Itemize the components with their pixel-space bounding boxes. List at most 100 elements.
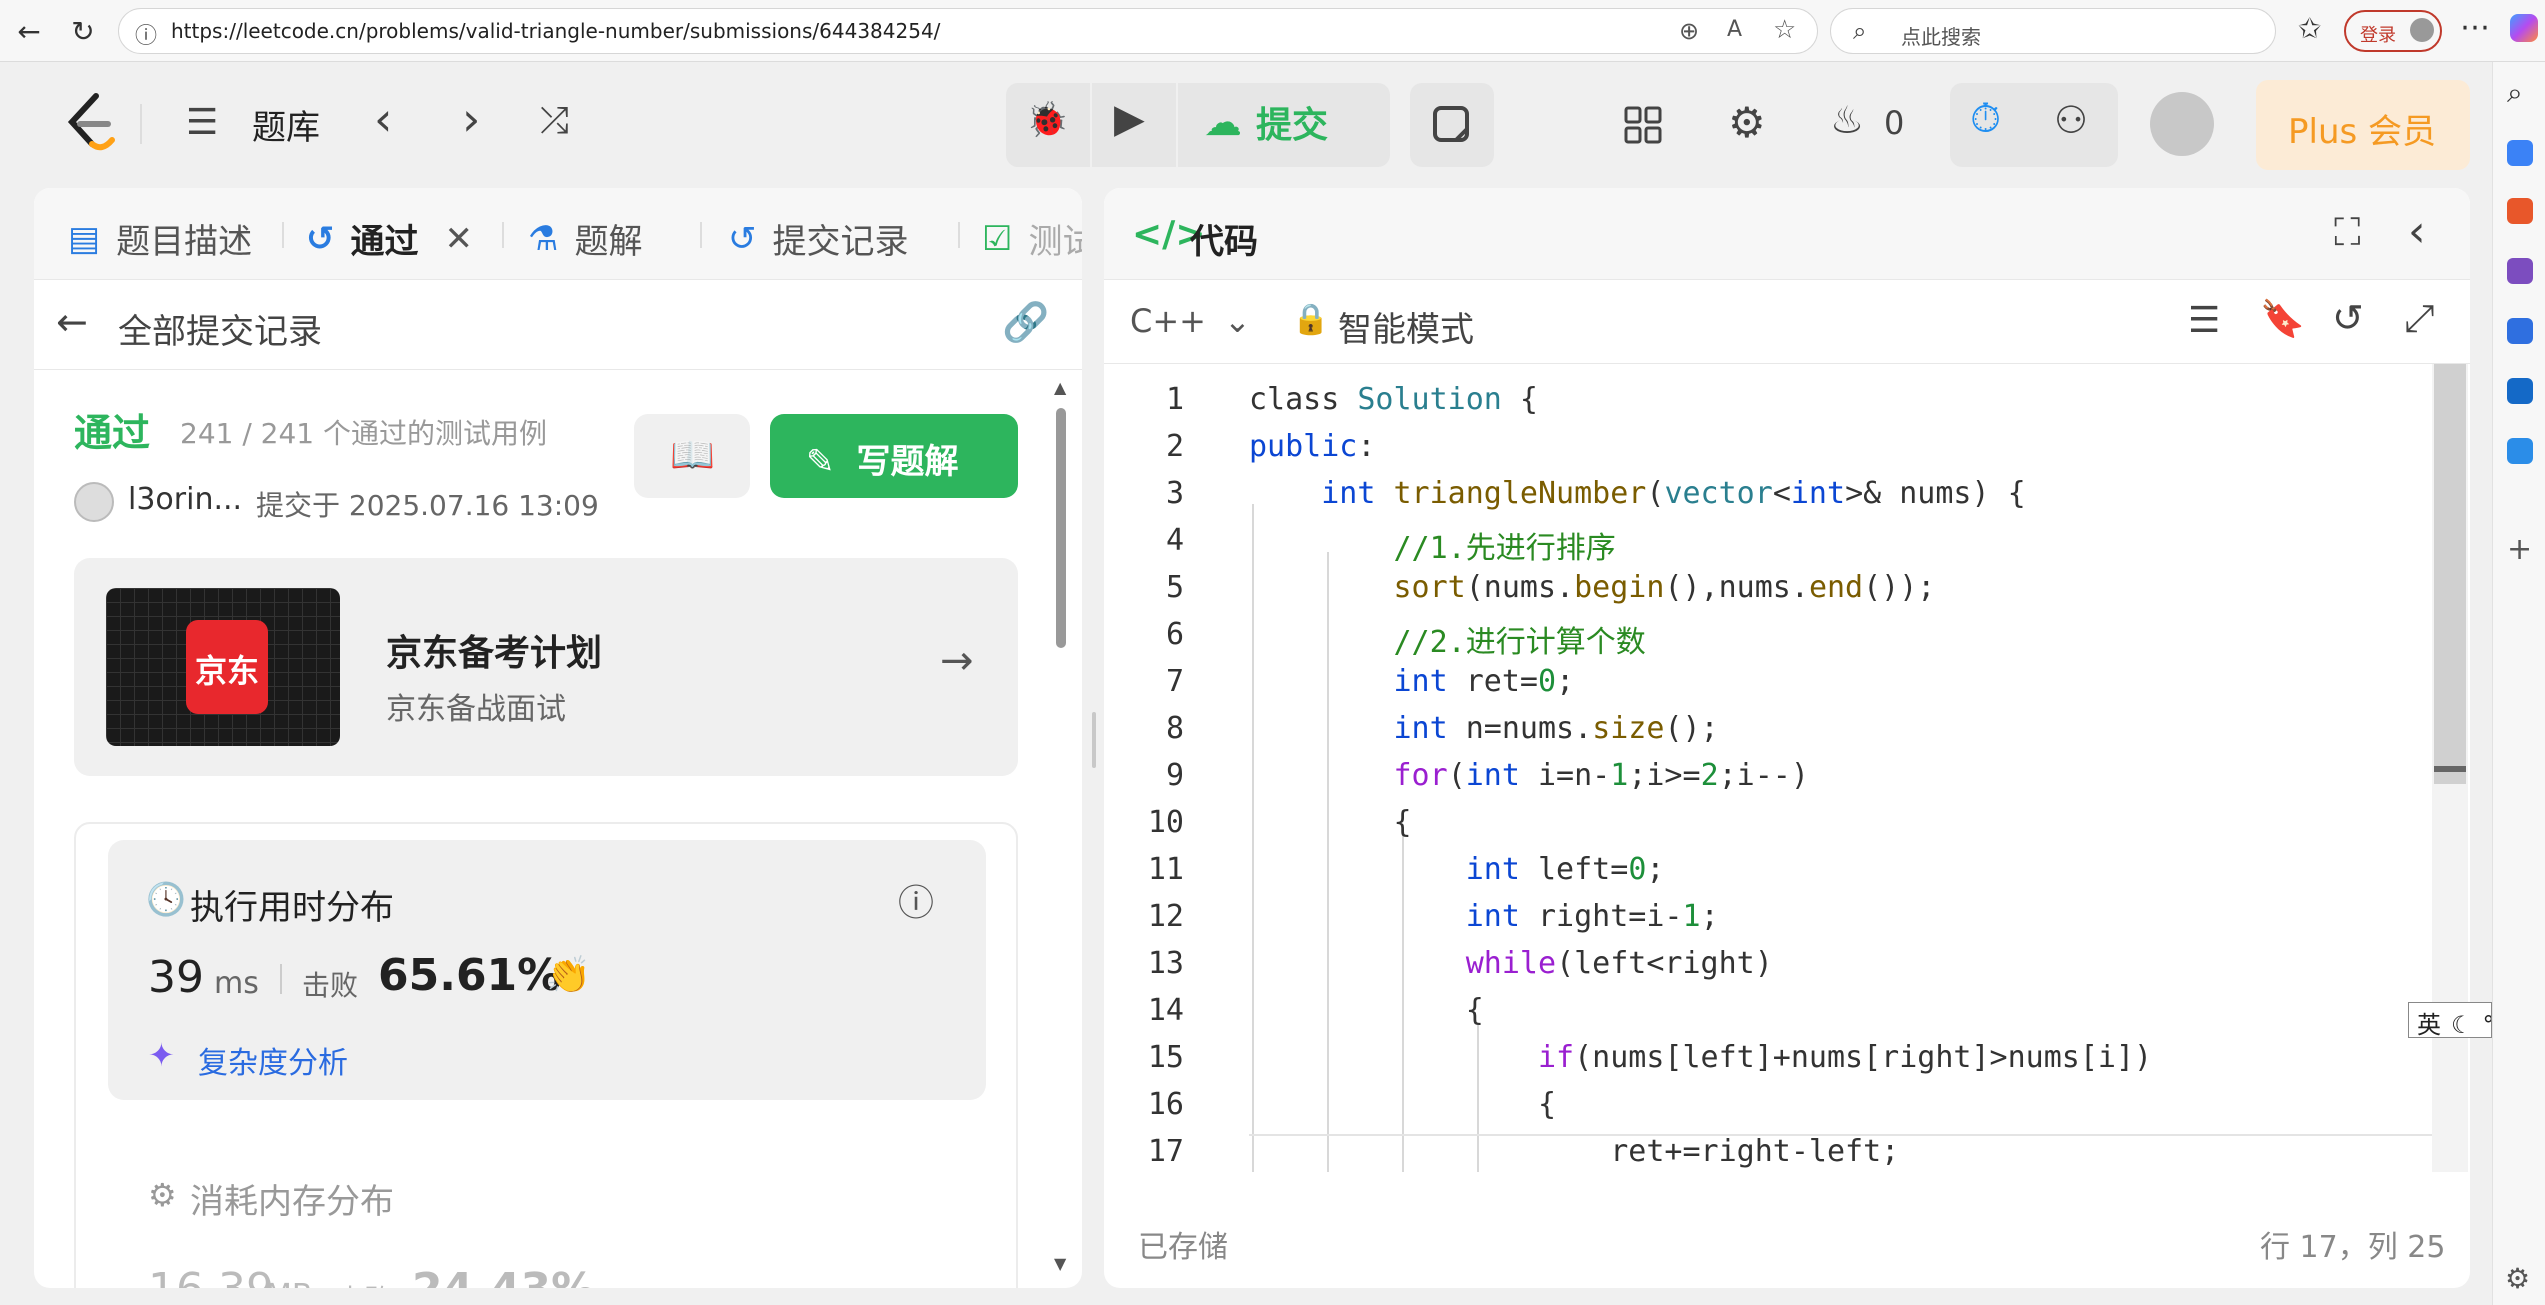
prev-problem-icon[interactable]: ‹ (374, 92, 392, 146)
search-box[interactable]: ⌕ 点此搜索 (1830, 8, 2276, 54)
ime-toolbar[interactable]: 英 ☾ °, (2408, 1002, 2492, 1038)
add-icon[interactable]: + (2507, 532, 2532, 567)
line-number: 7 (1165, 664, 1184, 699)
divider (958, 222, 960, 248)
line-number: 13 (1147, 946, 1184, 981)
tab-solution[interactable]: ⚗ 题解 (528, 214, 642, 263)
m365-icon[interactable] (2507, 318, 2533, 344)
list-icon[interactable]: ☰ (186, 102, 218, 143)
note-button[interactable] (1410, 83, 1494, 167)
submit-label: 提交 (1256, 105, 1329, 146)
fire-icon[interactable]: ♨ (1830, 98, 1864, 142)
refresh-icon[interactable]: ↻ (66, 14, 100, 48)
link-icon[interactable]: 🔗 (1002, 300, 1049, 345)
tab-passed[interactable]: ↺ 通过 ✕ (306, 214, 473, 263)
divider (140, 104, 142, 144)
scroll-down-icon[interactable]: ▼ (1054, 1254, 1066, 1273)
tab-description[interactable]: ▤ 题目描述 (68, 214, 252, 263)
back-icon[interactable]: ← (12, 14, 46, 48)
layout-icon[interactable] (1624, 106, 1664, 146)
zoom-icon[interactable]: ⊕ (1679, 17, 1699, 45)
leetcode-logo-icon[interactable] (62, 92, 118, 156)
memory-unit: MB (266, 1278, 312, 1288)
sidebar-search-icon[interactable]: ⌕ (2507, 76, 2523, 110)
panel-resize-handle[interactable] (1092, 712, 1096, 768)
language-selector[interactable]: C++ ⌄ (1130, 302, 1251, 340)
settings-gear-icon[interactable]: ⚙ (1728, 98, 1766, 147)
write-solution-button[interactable]: ✎ 写题解 (770, 414, 1018, 498)
favorite-icon[interactable]: ☆ (1773, 15, 1796, 45)
punctuation-icon[interactable]: °, (2483, 1011, 2491, 1037)
outlook-icon[interactable] (2507, 378, 2533, 404)
arrow-right-icon: → (940, 638, 974, 684)
tag-icon[interactable] (2507, 140, 2533, 166)
ime-language[interactable]: 英 (2417, 1011, 2441, 1037)
tab-records[interactable]: ↺ 提交记录 (728, 214, 909, 263)
next-problem-icon[interactable]: › (462, 92, 480, 146)
code-title[interactable]: 代码 (1190, 214, 1258, 263)
write-solution-label: 写题解 (856, 442, 959, 482)
leetcode-app: ☰ 题库 ‹ › ⤮ 🐞 ▶ ☁ 提交 ⚙ ♨ 0 ⏱ ⚇ Plus 会员 ▤ 题… (0, 62, 2492, 1305)
editor-scrollbar[interactable] (2432, 364, 2468, 1172)
expand-icon[interactable]: ⤢ (2404, 296, 2434, 341)
avatar[interactable] (2150, 92, 2214, 156)
copilot-icon[interactable] (2510, 14, 2538, 42)
submission-header: ← 全部提交记录 🔗 (34, 280, 1082, 370)
settings-icon[interactable]: ⚙ (2505, 1262, 2530, 1295)
info-icon[interactable]: ⓘ (135, 18, 157, 50)
back-arrow-icon[interactable]: ← (56, 300, 88, 344)
complexity-link[interactable]: 复杂度分析 (198, 1038, 348, 1082)
format-icon[interactable]: ☰ (2188, 300, 2220, 341)
problem-bank-label[interactable]: 题库 (252, 100, 320, 149)
clock-icon: 🕓 (146, 880, 186, 918)
all-submissions-link[interactable]: 全部提交记录 (118, 304, 322, 353)
mode-label[interactable]: 智能模式 (1338, 302, 1474, 351)
username[interactable]: l3orin... (128, 482, 242, 517)
line-number: 8 (1165, 711, 1184, 746)
runtime-card[interactable]: 🕓 执行用时分布 ⓘ 39 ms 击败 65.61% 👏 ✦ 复杂度分析 (108, 840, 986, 1100)
address-bar[interactable]: ⓘ https://leetcode.cn/problems/valid-tri… (118, 8, 1818, 54)
submit-button[interactable]: ☁ 提交 (1204, 96, 1328, 148)
runtime-value: 39 (148, 952, 204, 1003)
send-icon[interactable] (2507, 438, 2533, 464)
moon-icon[interactable]: ☾ (2451, 1011, 2473, 1037)
fullscreen-icon[interactable]: ⛶ (2334, 210, 2361, 255)
close-tab-icon[interactable]: ✕ (445, 219, 474, 259)
timer-icon[interactable]: ⏱ (1970, 96, 2001, 142)
collapse-icon[interactable]: ‹ (2408, 206, 2426, 257)
scroll-thumb[interactable] (2434, 364, 2466, 784)
left-panel: ▤ 题目描述 ↺ 通过 ✕ ⚗ 题解 ↺ 提交记录 ☑ 测试 ← 全部提交记录 🔗 通过 2… (34, 188, 1082, 1288)
read-solution-button[interactable]: 📖 (634, 414, 750, 498)
code-line-5: sort(nums.begin(),nums.end()); (1393, 570, 1936, 605)
scroll-up-icon[interactable]: ▲ (1054, 378, 1066, 397)
memory-title[interactable]: 消耗内存分布 (190, 1174, 394, 1223)
read-aloud-icon[interactable]: A (1727, 17, 1742, 42)
promo-card[interactable]: 京东 京东备考计划 京东备战面试 → (74, 558, 1018, 776)
toolbox-icon[interactable] (2507, 198, 2533, 224)
reset-icon[interactable]: ↺ (2332, 296, 2364, 340)
cursor-position: 行 17，列 25 (2260, 1230, 2446, 1265)
bookmark-icon[interactable]: 🔖 (2260, 298, 2305, 340)
scroll-thumb[interactable] (1056, 408, 1066, 648)
login-button[interactable]: 登录 (2344, 10, 2442, 52)
code-editor[interactable]: 1 2 3 4 5 6 7 8 9 10 11 12 13 14 15 16 17 class Solution… (1104, 364, 2470, 1172)
line-number: 15 (1147, 1040, 1184, 1075)
code-line-2: public: (1249, 429, 1376, 464)
favorites-icon[interactable]: ✩ (2298, 12, 2321, 45)
plus-member-button[interactable]: Plus 会员 (2256, 80, 2470, 170)
lock-icon: 🔒 (1292, 302, 1330, 337)
note-icon (1433, 106, 1469, 142)
random-icon[interactable]: ⤮ (540, 100, 569, 142)
games-icon[interactable] (2507, 258, 2533, 284)
info-icon[interactable]: ⓘ (898, 874, 934, 926)
run-icon[interactable]: ▶ (1114, 96, 1145, 142)
sparkle-icon: ✦ (148, 1036, 175, 1074)
left-scrollbar[interactable]: ▲ ▼ (1054, 378, 1068, 1278)
tab-test[interactable]: ☑ 测试 (982, 214, 1082, 263)
more-icon[interactable]: ⋯ (2460, 10, 2490, 45)
debug-icon[interactable]: 🐞 (1026, 100, 1068, 140)
add-friend-icon[interactable]: ⚇ (2054, 98, 2088, 142)
code-line-10: { (1249, 805, 1412, 840)
browser-sidebar: ⌕ + ⚙ (2492, 62, 2545, 1305)
user-avatar[interactable] (74, 482, 114, 522)
